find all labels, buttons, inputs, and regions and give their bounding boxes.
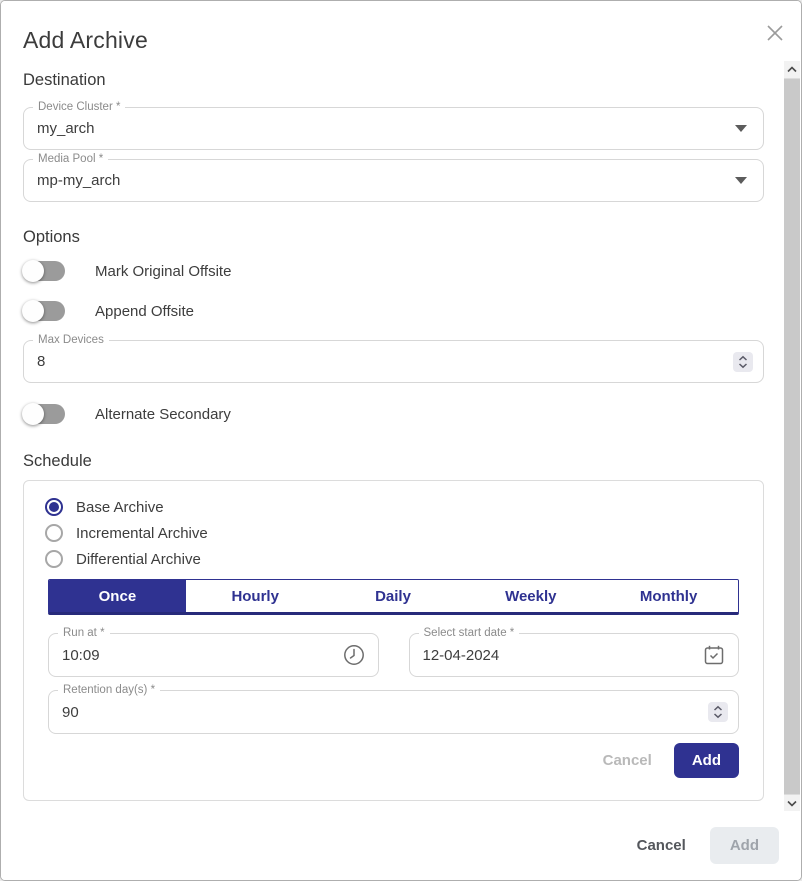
toggle-knob	[22, 300, 44, 322]
mark-original-offsite-row: Mark Original Offsite	[23, 260, 764, 282]
differential-archive-label: Differential Archive	[76, 551, 201, 568]
schedule-add-button[interactable]: Add	[674, 743, 739, 778]
start-date-label: Select start date *	[419, 626, 520, 640]
dialog-header: Add Archive	[1, 1, 801, 61]
append-offsite-toggle[interactable]	[23, 301, 65, 321]
schedule-cancel-button[interactable]: Cancel	[603, 752, 652, 769]
start-date-input[interactable]: Select start date * 12-04-2024	[409, 633, 740, 677]
retention-days-input[interactable]: Retention day(s) * 90	[48, 690, 739, 734]
add-archive-dialog: Add Archive Destination Device Cluster *…	[0, 0, 802, 881]
max-devices-input[interactable]: Max Devices 8	[23, 340, 764, 383]
clock-icon[interactable]	[342, 643, 366, 667]
mark-original-offsite-label: Mark Original Offsite	[95, 263, 231, 280]
dialog-footer: Cancel Add	[1, 811, 801, 880]
tab-daily[interactable]: Daily	[325, 580, 463, 612]
base-archive-label: Base Archive	[76, 499, 164, 516]
retention-days-value: 90	[49, 704, 708, 721]
alternate-secondary-row: Alternate Secondary	[23, 403, 764, 425]
close-icon[interactable]	[766, 24, 784, 42]
device-cluster-select[interactable]: Device Cluster * my_arch	[23, 107, 764, 150]
tab-weekly[interactable]: Weekly	[462, 580, 600, 612]
run-at-value: 10:09	[49, 647, 342, 664]
device-cluster-label: Device Cluster *	[33, 100, 125, 114]
tab-hourly[interactable]: Hourly	[187, 580, 325, 612]
tab-once[interactable]: Once	[49, 580, 187, 612]
toggle-knob	[22, 260, 44, 282]
tab-monthly[interactable]: Monthly	[600, 580, 738, 612]
media-pool-label: Media Pool *	[33, 152, 108, 166]
retention-row: Retention day(s) * 90	[48, 690, 739, 734]
options-heading: Options	[23, 228, 764, 247]
retention-days-label: Retention day(s) *	[58, 683, 160, 697]
scroll-up-icon[interactable]	[784, 61, 800, 79]
destination-heading: Destination	[23, 71, 764, 90]
base-archive-radio-row[interactable]: Base Archive	[45, 498, 739, 516]
run-at-input[interactable]: Run at * 10:09	[48, 633, 379, 677]
start-date-value: 12-04-2024	[410, 647, 703, 664]
schedule-heading: Schedule	[23, 452, 764, 471]
schedule-card: Base Archive Incremental Archive Differe…	[23, 480, 764, 801]
add-button[interactable]: Add	[710, 827, 779, 864]
number-stepper-icon[interactable]	[708, 702, 728, 722]
media-pool-value: mp-my_arch	[24, 172, 735, 189]
alternate-secondary-toggle[interactable]	[23, 404, 65, 424]
alternate-secondary-label: Alternate Secondary	[95, 406, 231, 423]
cancel-button[interactable]: Cancel	[637, 837, 686, 854]
dialog-body: Destination Device Cluster * my_arch Med…	[1, 61, 786, 813]
chevron-down-icon[interactable]	[735, 177, 747, 184]
max-devices-value: 8	[24, 353, 733, 370]
incremental-archive-label: Incremental Archive	[76, 525, 208, 542]
dialog-title: Add Archive	[23, 27, 148, 54]
chevron-down-icon[interactable]	[735, 125, 747, 132]
number-stepper-icon[interactable]	[733, 352, 753, 372]
schedule-actions: Cancel Add	[45, 743, 739, 778]
scroll-down-icon[interactable]	[784, 794, 800, 812]
append-offsite-row: Append Offsite	[23, 300, 764, 322]
calendar-icon[interactable]	[702, 643, 726, 667]
mark-original-offsite-toggle[interactable]	[23, 261, 65, 281]
radio-icon[interactable]	[45, 550, 63, 568]
time-date-row: Run at * 10:09 Select start date * 12-04…	[48, 633, 739, 677]
incremental-archive-radio-row[interactable]: Incremental Archive	[45, 524, 739, 542]
scrollbar-thumb[interactable]	[784, 79, 800, 794]
radio-icon[interactable]	[45, 498, 63, 516]
max-devices-label: Max Devices	[33, 333, 109, 347]
run-at-label: Run at *	[58, 626, 110, 640]
device-cluster-value: my_arch	[24, 120, 735, 137]
frequency-tabs: Once Hourly Daily Weekly Monthly	[48, 579, 739, 615]
toggle-knob	[22, 403, 44, 425]
vertical-scrollbar[interactable]	[784, 61, 800, 812]
append-offsite-label: Append Offsite	[95, 303, 194, 320]
media-pool-select[interactable]: Media Pool * mp-my_arch	[23, 159, 764, 202]
radio-icon[interactable]	[45, 524, 63, 542]
differential-archive-radio-row[interactable]: Differential Archive	[45, 550, 739, 568]
